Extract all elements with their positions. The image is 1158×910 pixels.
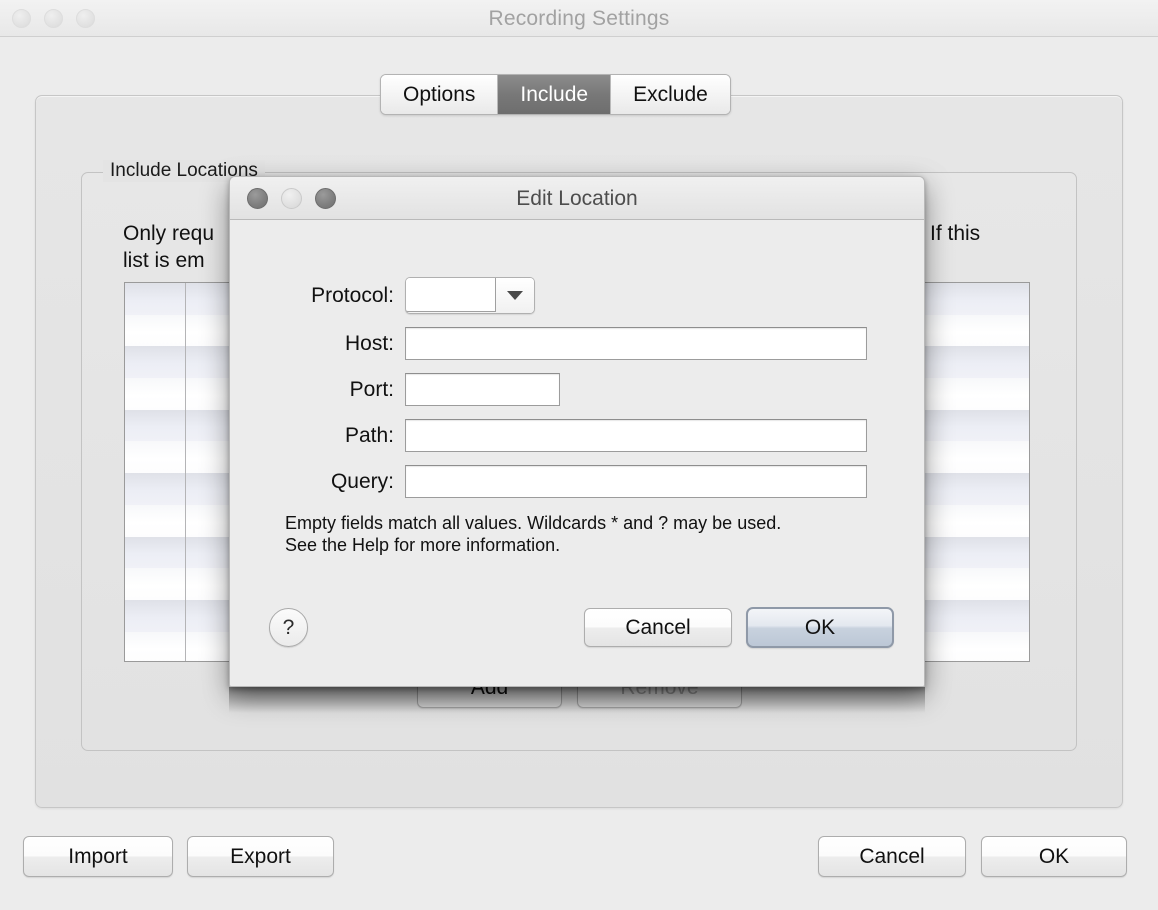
table-column-divider[interactable] [185, 283, 186, 661]
protocol-label: Protocol: [311, 283, 394, 307]
query-label: Query: [330, 469, 394, 493]
import-button[interactable]: Import [23, 836, 173, 877]
query-row: Query: [230, 465, 867, 498]
dialog-ok-button[interactable]: OK [746, 607, 894, 648]
protocol-row: Protocol: [230, 277, 535, 314]
dialog-help-text: Empty fields match all values. Wildcards… [285, 513, 782, 555]
path-input[interactable] [405, 419, 867, 452]
tab-strip: Options Include Exclude [380, 74, 731, 115]
host-row: Host: [230, 327, 867, 360]
app-window: Recording Settings Options Include Exclu… [0, 0, 1158, 910]
tab-include[interactable]: Include [498, 75, 612, 114]
port-label: Port: [349, 377, 394, 401]
port-row: Port: [230, 373, 560, 406]
export-button[interactable]: Export [187, 836, 334, 877]
ok-button[interactable]: OK [981, 836, 1127, 877]
protocol-input[interactable] [406, 278, 496, 312]
group-intro-text-right: If this [930, 222, 981, 245]
host-input[interactable] [405, 327, 867, 360]
window-title: Recording Settings [488, 7, 670, 30]
help-button[interactable]: ? [269, 608, 308, 647]
port-input[interactable] [405, 373, 560, 406]
chevron-down-icon[interactable] [496, 278, 534, 313]
tab-options[interactable]: Options [381, 75, 499, 114]
question-mark-icon: ? [282, 615, 295, 639]
path-row: Path: [230, 419, 867, 452]
window-titlebar: Recording Settings [0, 0, 1158, 37]
dialog-cancel-button[interactable]: Cancel [584, 608, 732, 647]
cancel-button[interactable]: Cancel [818, 836, 966, 877]
dialog-titlebar: Edit Location [230, 177, 924, 220]
protocol-combobox[interactable] [405, 277, 535, 314]
tab-exclude[interactable]: Exclude [611, 75, 730, 114]
path-label: Path: [344, 423, 394, 447]
dialog-title: Edit Location [516, 187, 638, 210]
query-input[interactable] [405, 465, 867, 498]
host-label: Host: [344, 331, 394, 355]
